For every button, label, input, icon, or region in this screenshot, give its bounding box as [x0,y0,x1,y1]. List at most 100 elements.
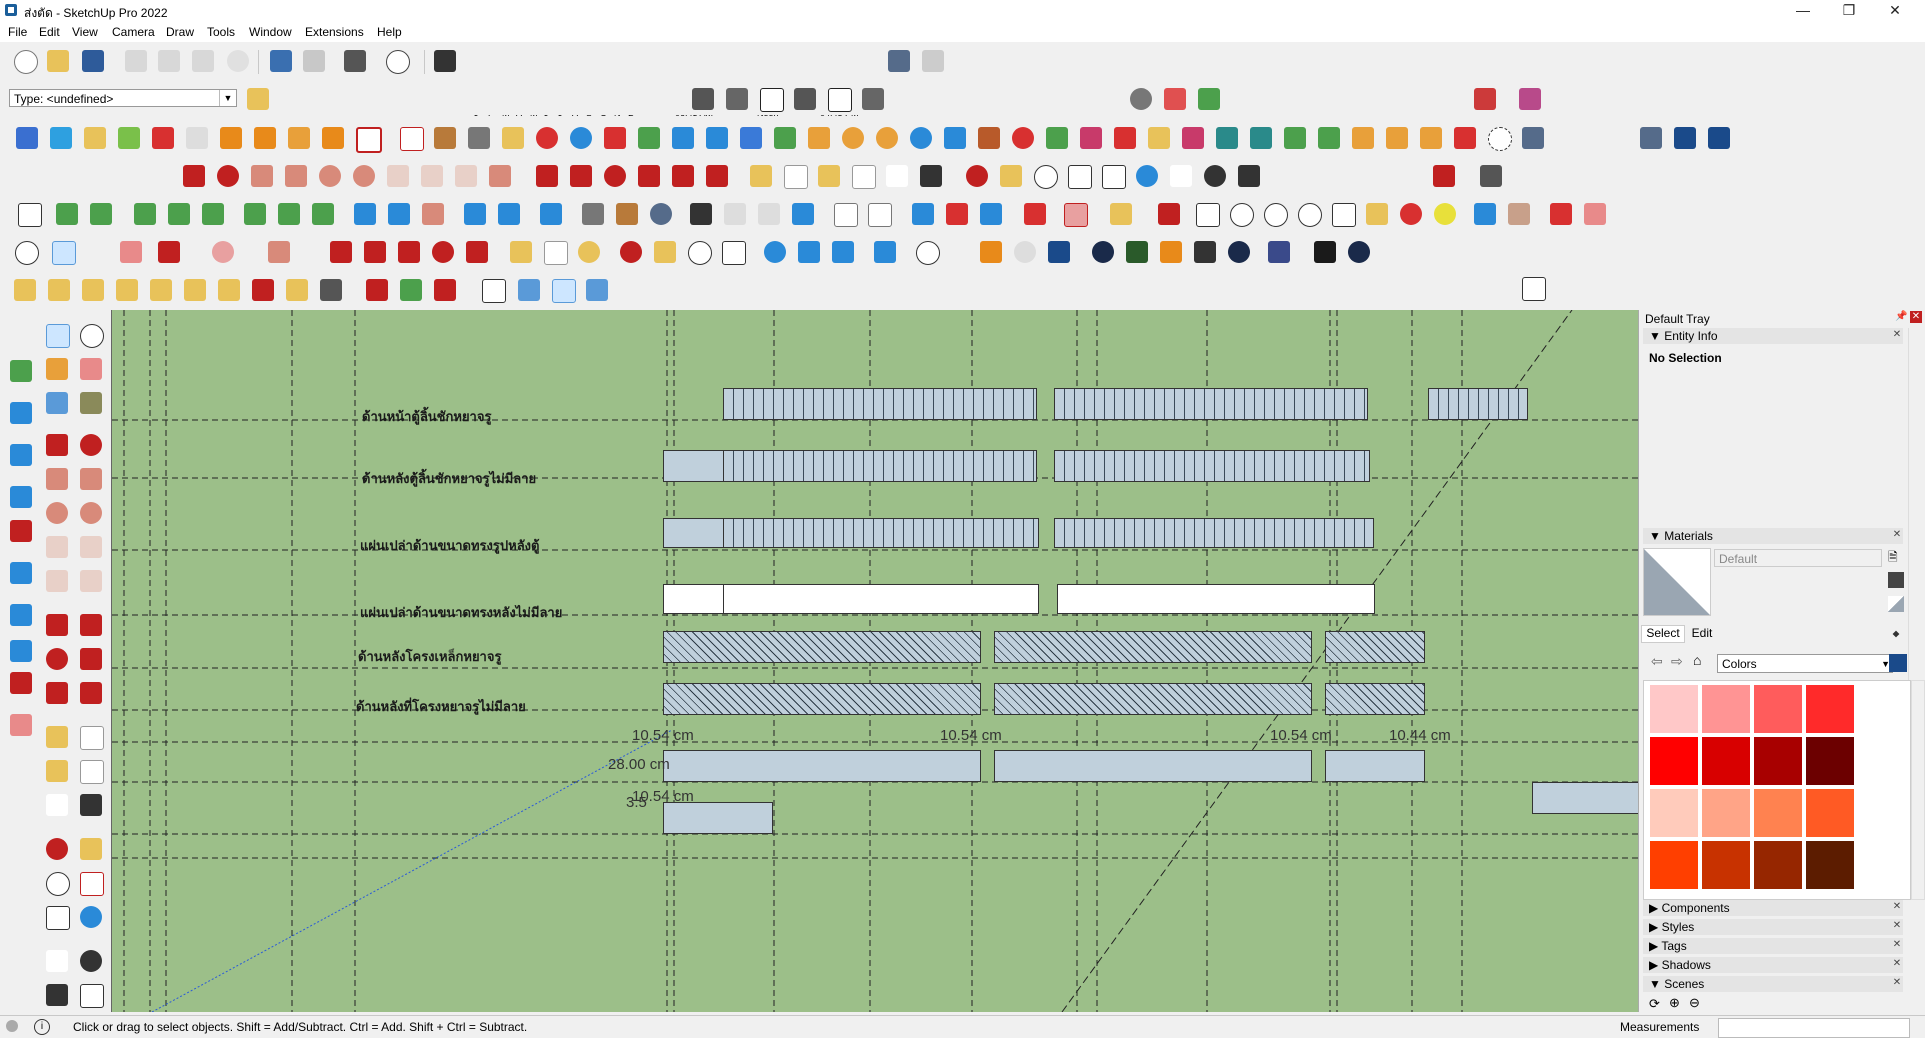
add-scene-icon[interactable]: ⊕ [1669,995,1680,1011]
frame-blue-icon[interactable] [464,203,486,225]
line-align2-icon[interactable] [278,203,300,225]
polyline-icon[interactable] [536,127,558,149]
tab-edit[interactable]: Edit [1687,626,1717,642]
3dtext-left-icon[interactable] [80,794,102,816]
erase-red-icon[interactable] [1064,203,1088,227]
extension-orange-icon[interactable] [980,241,1002,263]
panel-component[interactable] [994,750,1312,782]
rotate-left-icon[interactable] [10,640,32,662]
component-pink-icon[interactable] [1080,127,1102,149]
pan-tool2-icon[interactable] [654,241,676,263]
mail-icon[interactable] [1314,241,1336,263]
material-settings-icon[interactable] [1888,572,1904,588]
line-red-icon[interactable] [946,203,968,225]
geo-location-icon[interactable] [888,50,910,72]
panel-component[interactable] [1054,518,1374,548]
model-info-icon[interactable] [386,50,410,74]
make-component-icon[interactable] [56,203,78,225]
frame-icon[interactable] [322,127,344,149]
glove-icon[interactable] [1508,203,1530,225]
arc-tool-icon[interactable] [220,127,242,149]
save-icon[interactable] [82,50,104,72]
panel-component[interactable] [1325,683,1425,715]
menu-draw[interactable]: Draw [166,25,194,39]
freehand-icon[interactable] [217,165,239,187]
rotate-tool-icon[interactable] [604,165,626,187]
panel-component[interactable] [723,388,1037,420]
panel-component[interactable] [1057,584,1375,614]
roof-tool9-icon[interactable] [286,279,308,301]
crosshair-icon[interactable] [482,279,506,303]
panel-component[interactable] [994,631,1312,663]
color-swatch[interactable] [1754,789,1802,837]
rotrect-left-icon[interactable] [80,468,102,490]
color-swatch[interactable] [1650,789,1698,837]
color-swatch[interactable] [1702,685,1750,733]
xray-icon[interactable] [1130,88,1152,110]
push-pull-left-icon[interactable] [80,614,102,636]
leaf-icon[interactable] [1110,203,1132,225]
zoom-tool-icon[interactable] [15,241,39,265]
mirror-icon[interactable] [1519,88,1541,110]
look-around-left-icon[interactable] [80,950,102,972]
barrel-icon[interactable] [978,127,1000,149]
components-header[interactable]: ▶ Components ✕ [1643,900,1903,916]
eraser-pink-icon[interactable] [1584,203,1606,225]
panel-component[interactable] [663,631,981,663]
triangle-warning-icon[interactable] [808,127,830,149]
cube-active-icon[interactable] [552,279,576,303]
erase-icon[interactable] [227,50,249,72]
eyedropper-icon[interactable] [1474,203,1496,225]
position-camera-icon[interactable] [1170,165,1192,187]
arc2-left-icon[interactable] [80,536,102,558]
rect-left-icon[interactable] [46,468,68,490]
zoom-tool2-icon[interactable] [688,241,712,265]
paint3-icon[interactable] [1434,203,1456,225]
orbit-tool-left-icon[interactable] [46,838,68,860]
color-swatch[interactable] [1650,841,1698,889]
line-tool-icon[interactable] [158,241,180,263]
move-icon[interactable] [536,165,558,187]
paint-red-icon[interactable] [1550,203,1572,225]
close-icon[interactable]: ✕ [1891,958,1903,970]
layers-icon[interactable] [798,241,820,263]
scale-tool2-icon[interactable] [466,241,488,263]
component-red-icon[interactable] [1114,127,1136,149]
paste-icon[interactable] [192,50,214,72]
plus-circle-icon[interactable] [1092,241,1114,263]
arc3-left-icon[interactable] [46,570,68,592]
tags-row3-icon[interactable] [202,203,224,225]
follow-me-tool-icon[interactable] [638,165,660,187]
dimension-left-icon[interactable] [80,726,104,750]
entity-info-header[interactable]: ▼ Entity Info ✕ [1643,328,1903,344]
grid-gray-icon[interactable] [582,203,604,225]
forward-icon[interactable]: ⇨ [1671,653,1683,670]
eraser-left-icon[interactable] [80,358,102,380]
copy-icon[interactable] [158,50,180,72]
rotate-tool2-icon[interactable] [432,241,454,263]
previous-view-icon[interactable] [1136,165,1158,187]
frame-blue3-icon[interactable] [540,203,562,225]
view-top-icon[interactable] [726,88,748,110]
circle-dashed-icon[interactable] [1488,127,1512,151]
roof-tool4-icon[interactable] [116,279,138,301]
look-around-icon[interactable] [1204,165,1226,187]
bend-icon[interactable] [502,127,524,149]
plant3-icon[interactable] [434,279,456,301]
checker-icon[interactable] [690,203,712,225]
tree-dark-icon[interactable] [1126,241,1148,263]
select-tool-active-icon[interactable] [52,241,76,265]
redo-icon[interactable] [303,50,325,72]
color-swatch[interactable] [1754,737,1802,785]
close-tray-icon[interactable]: ✕ [1910,311,1922,323]
color-swatch[interactable] [1806,685,1854,733]
tape-measure-left-icon[interactable] [46,726,68,748]
tray-scrollbar[interactable] [1908,328,1921,688]
panel-component[interactable] [663,750,981,782]
orbit-left-icon[interactable] [80,324,104,348]
panel-component[interactable] [1054,388,1368,420]
roof2-icon[interactable] [1264,203,1288,227]
box-icon[interactable] [434,127,456,149]
rotate-icon[interactable] [288,127,310,149]
line-blue-tool-icon[interactable] [10,562,32,584]
